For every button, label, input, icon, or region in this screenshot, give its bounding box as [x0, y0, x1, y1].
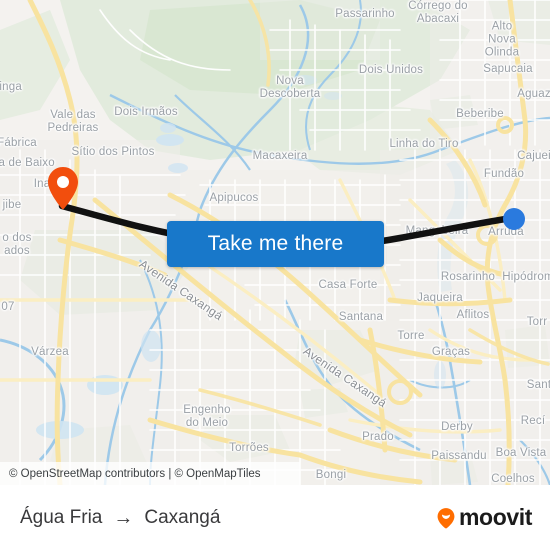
destination-dot-icon[interactable] — [503, 208, 525, 230]
take-me-there-label: Take me there — [207, 232, 344, 255]
trip-map-card: .wtr{fill:#cfe4f2} .wln{stroke:#9dc9e8;f… — [0, 0, 550, 550]
footer-bar: Água Fria → Caxangá moovit — [0, 485, 550, 550]
moovit-logo[interactable]: moovit — [435, 506, 532, 529]
moovit-wordmark: moovit — [459, 504, 532, 530]
attribution-text: © OpenStreetMap contributors | © OpenMap… — [9, 467, 261, 480]
take-me-there-button[interactable]: Take me there — [167, 221, 384, 267]
map-canvas[interactable]: .wtr{fill:#cfe4f2} .wln{stroke:#9dc9e8;f… — [0, 0, 550, 485]
destination-name: Caxangá — [144, 506, 221, 528]
moovit-pin-icon — [437, 507, 455, 528]
origin-name: Água Fria — [20, 506, 103, 528]
map-attribution: © OpenStreetMap contributors | © OpenMap… — [0, 462, 300, 485]
arrow-right-icon: → — [113, 506, 134, 529]
trip-summary: Água Fria → Caxangá — [20, 507, 220, 529]
origin-pin-icon[interactable] — [46, 166, 80, 210]
